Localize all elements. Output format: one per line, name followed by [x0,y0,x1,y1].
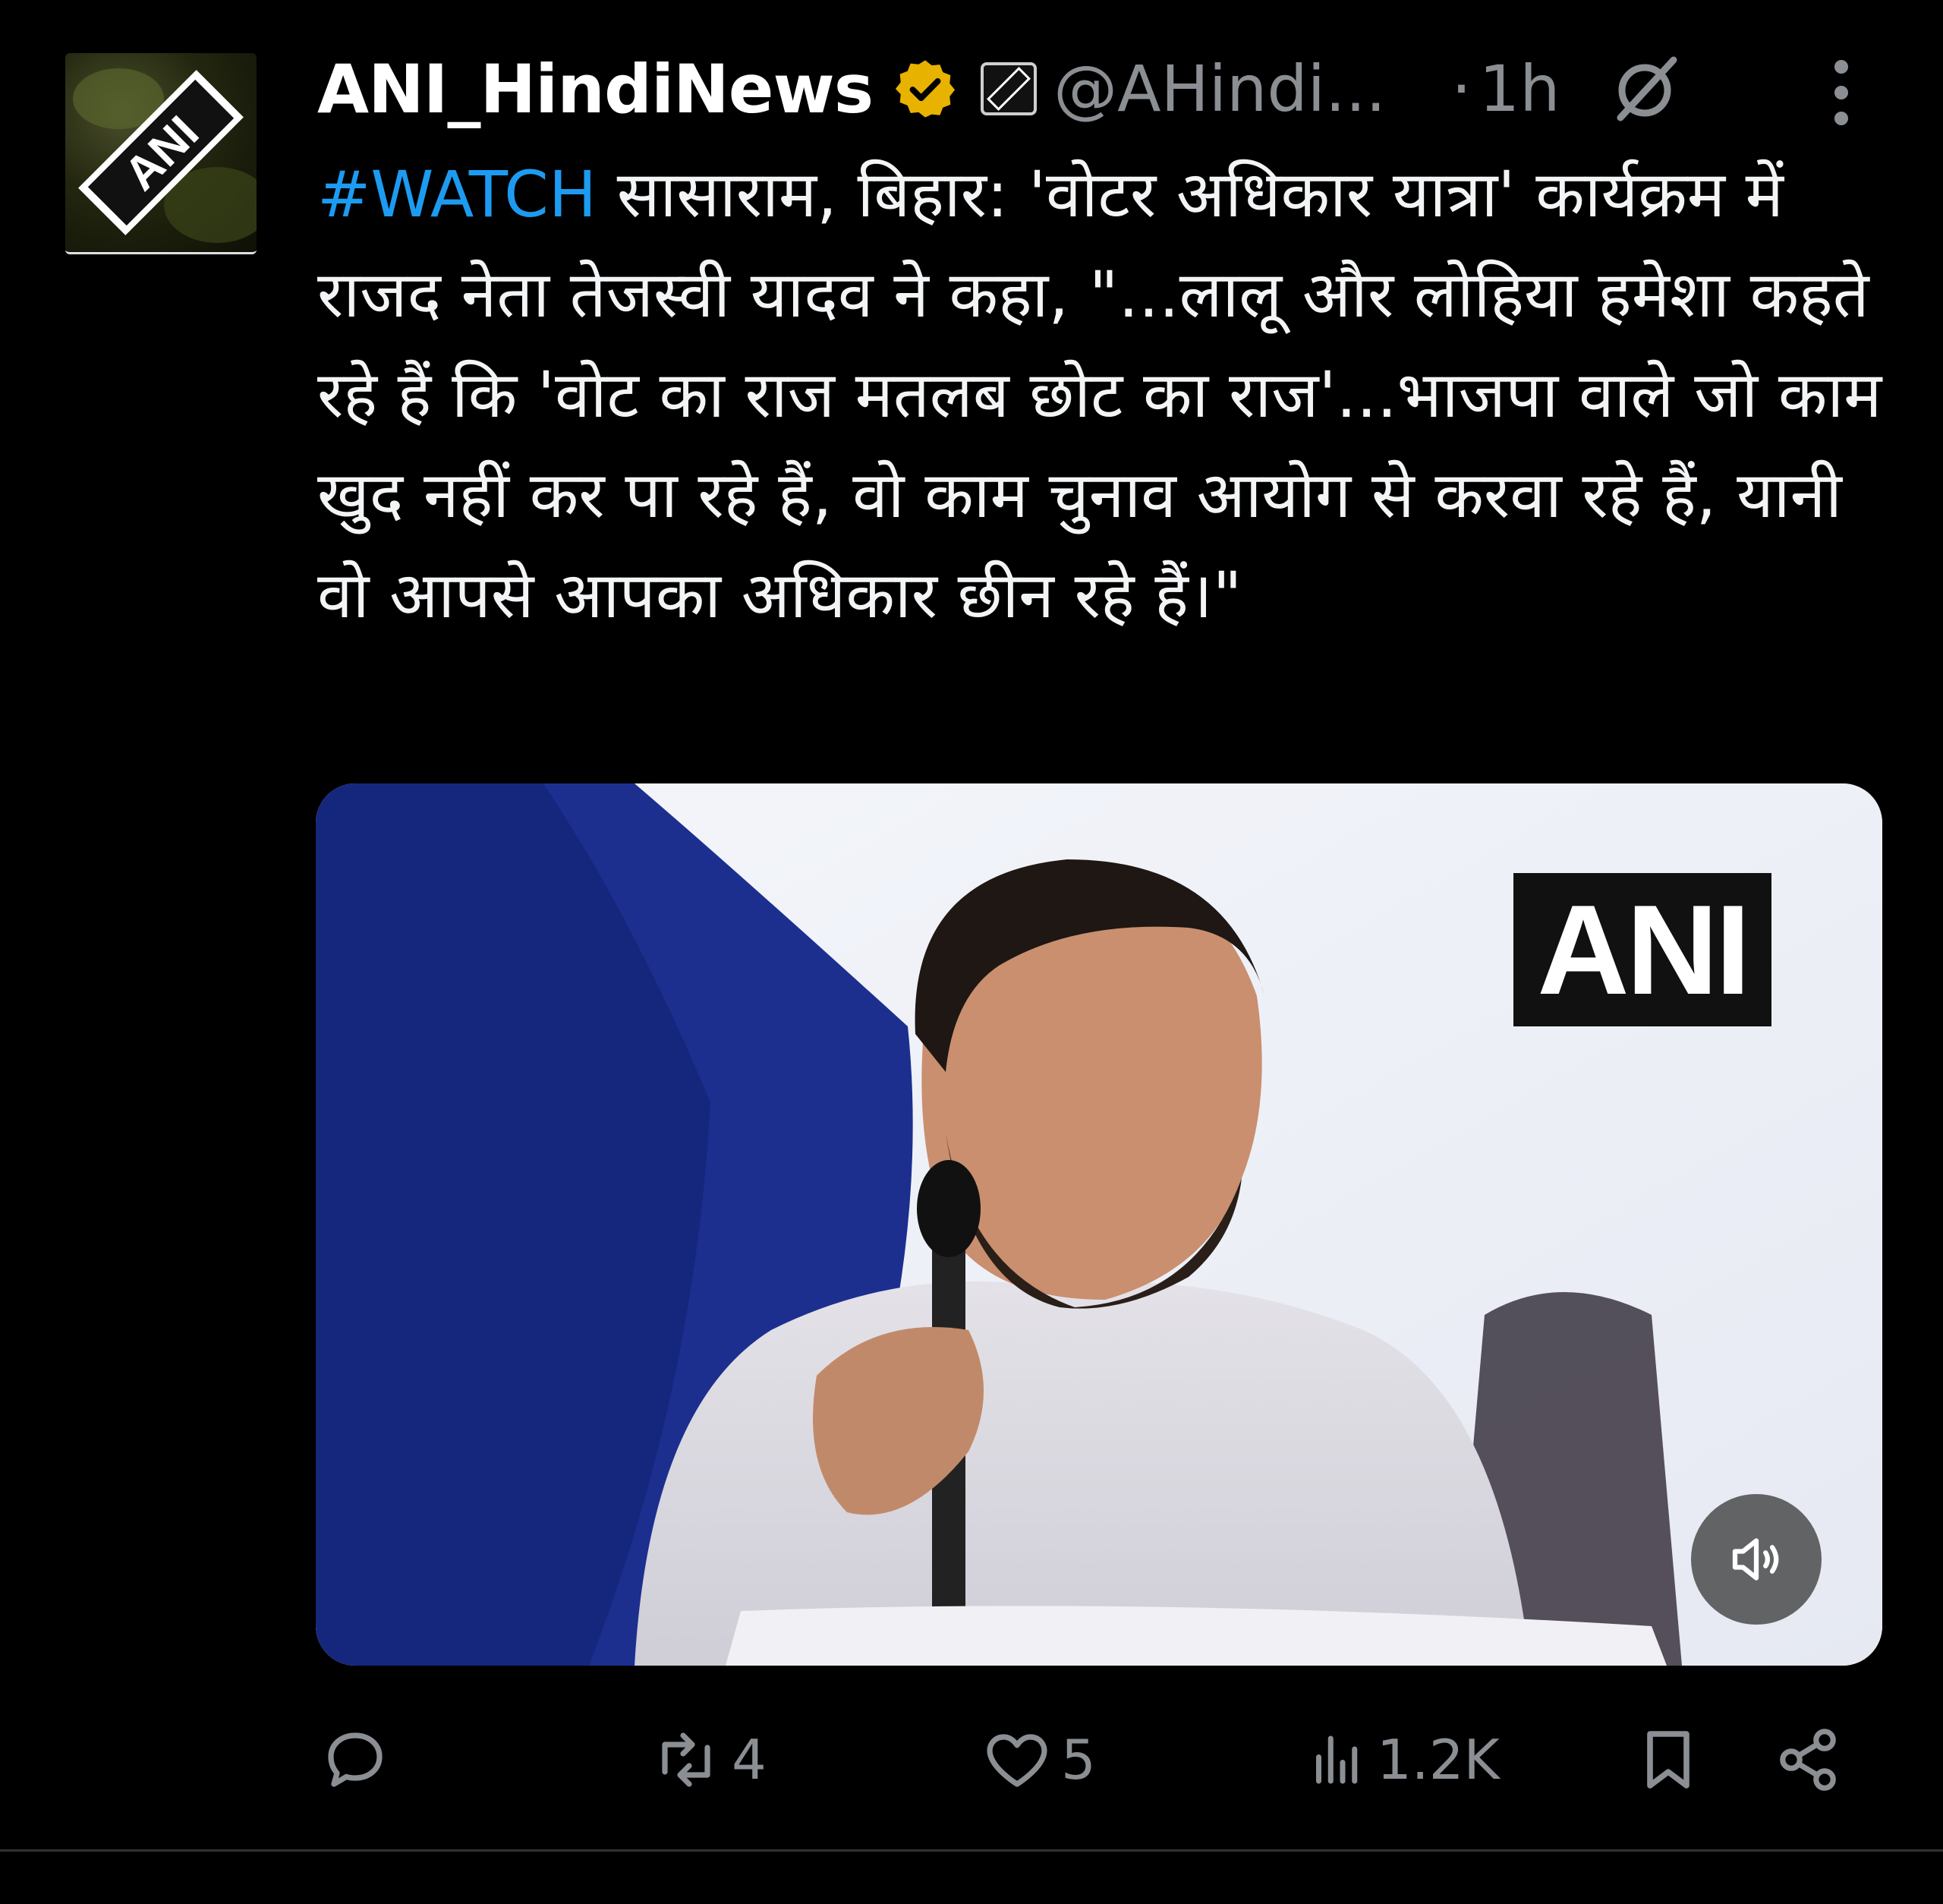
more-options-icon[interactable] [1819,55,1864,131]
share-button[interactable] [1771,1722,1844,1798]
reply-button[interactable] [319,1722,392,1798]
hashtag-link[interactable]: #WATCH [317,157,597,232]
display-name[interactable]: ANI_HindiNews [317,50,874,128]
views-button[interactable]: 1.2K [1305,1722,1500,1798]
like-count: 5 [1061,1728,1096,1792]
mute-button[interactable] [1691,1494,1822,1625]
avatar[interactable]: ANI [65,53,257,254]
tweet-actions: 4 5 1.2K [0,1707,1943,1813]
separator-dot: · [1451,52,1472,126]
retweet-button[interactable]: 4 [648,1722,767,1798]
speaker-muted-icon [1732,1538,1779,1581]
bookmark-icon [1647,1731,1689,1789]
tweet-divider [0,1849,1943,1852]
reply-icon [328,1732,383,1787]
share-icon [1780,1729,1836,1791]
tweet-text: #WATCH सासाराम, बिहार: 'वोटर अधिकार यात्… [317,144,1896,645]
retweet-icon [662,1732,710,1787]
user-handle[interactable]: @AHindi... [1053,52,1386,126]
grok-icon[interactable] [1610,52,1683,125]
timestamp[interactable]: 1h [1479,52,1560,126]
views-icon [1316,1735,1358,1784]
video-player[interactable]: ANI [316,783,1882,1666]
tweet-header: ANI_HindiNews @AHindi... · 1h [317,47,1911,131]
views-count: 1.2K [1377,1728,1500,1792]
heart-icon [987,1734,1047,1787]
tweet[interactable]: ANI ANI_HindiNews @AHindi... · 1h #WATCH… [0,0,1943,1852]
ani-watermark: ANI [1513,873,1771,1026]
bookmark-button[interactable] [1632,1722,1705,1798]
verified-badge-icon[interactable] [893,56,958,121]
affiliate-badge-icon[interactable] [981,62,1038,115]
retweet-count: 4 [732,1728,767,1792]
like-button[interactable]: 5 [981,1722,1096,1798]
watermark-text: ANI [1537,878,1750,1021]
